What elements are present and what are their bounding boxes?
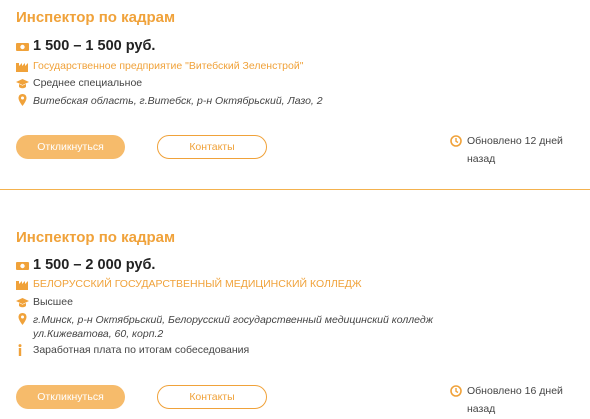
info-icon	[16, 344, 29, 356]
address-text: г.Минск, р-н Октябрьский, Белорусский го…	[33, 313, 433, 341]
salary-row: 1 500 – 1 500 руб.	[16, 38, 155, 54]
address-line-1: г.Минск, р-н Октябрьский, Белорусский го…	[33, 314, 433, 326]
education-level: Высшее	[33, 296, 73, 308]
clock-icon	[450, 385, 463, 397]
salary-note-row: Заработная плата по итогам собеседования	[16, 344, 249, 356]
contacts-button[interactable]: Контакты	[157, 135, 267, 159]
employer-row: Государственное предприятие "Витебский З…	[16, 60, 303, 72]
building-icon	[16, 60, 29, 72]
graduation-cap-icon	[16, 296, 29, 308]
address-text: Витебская область, г.Витебск, р-н Октябр…	[33, 95, 323, 107]
salary-row: 1 500 – 2 000 руб.	[16, 257, 155, 273]
updated-text: Обновлено 12 дней назад	[467, 135, 563, 165]
employer-link[interactable]: БЕЛОРУССКИЙ ГОСУДАРСТВЕННЫЙ МЕДИЦИНСКИЙ …	[33, 278, 362, 290]
address-row: Витебская область, г.Витебск, р-н Октябр…	[16, 94, 323, 108]
graduation-cap-icon	[16, 77, 29, 89]
vacancy-title[interactable]: Инспектор по кадрам	[16, 229, 175, 246]
apply-button[interactable]: Откликнуться	[16, 135, 125, 159]
updated-info: Обновлено 16 дней назад	[450, 382, 575, 418]
location-pin-icon	[16, 313, 29, 325]
vacancy-card: Инспектор по кадрам 1 500 – 1 500 руб. Г…	[0, 0, 590, 189]
employer-row: БЕЛОРУССКИЙ ГОСУДАРСТВЕННЫЙ МЕДИЦИНСКИЙ …	[16, 278, 362, 290]
vacancy-title[interactable]: Инспектор по кадрам	[16, 9, 175, 26]
contacts-button[interactable]: Контакты	[157, 385, 267, 409]
apply-button[interactable]: Откликнуться	[16, 385, 125, 409]
education-row: Среднее специальное	[16, 77, 142, 89]
clock-icon	[450, 135, 463, 147]
education-level: Среднее специальное	[33, 77, 143, 89]
salary-value: 1 500 – 1 500 руб.	[33, 38, 156, 54]
salary-value: 1 500 – 2 000 руб.	[33, 257, 156, 273]
building-icon	[16, 278, 29, 290]
money-icon	[16, 40, 29, 52]
updated-info: Обновлено 12 дней назад	[450, 132, 575, 168]
education-row: Высшее	[16, 296, 73, 308]
location-pin-icon	[16, 94, 29, 106]
address-row: г.Минск, р-н Октябрьский, Белорусский го…	[16, 313, 433, 341]
divider	[0, 189, 590, 190]
salary-note: Заработная плата по итогам собеседования	[33, 344, 250, 356]
vacancy-card: Инспектор по кадрам 1 500 – 2 000 руб. Б…	[0, 219, 590, 419]
address-line-2: ул.Кижеватова, 60, корп.2	[33, 328, 164, 340]
money-icon	[16, 259, 29, 271]
updated-text: Обновлено 16 дней назад	[467, 385, 563, 415]
employer-link[interactable]: Государственное предприятие "Витебский З…	[33, 60, 303, 72]
